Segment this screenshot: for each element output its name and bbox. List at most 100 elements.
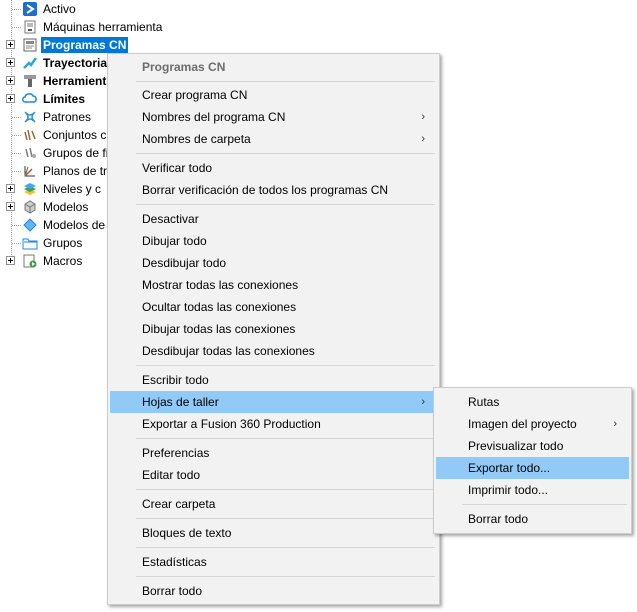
macro-icon [22, 253, 38, 269]
expand-icon[interactable] [6, 256, 15, 265]
menu-item-text-blocks[interactable]: Bloques de texto [110, 522, 437, 544]
menu-item-label: Nombres de carpeta [142, 132, 251, 146]
submenu-item-export-all[interactable]: Exportar todo... [436, 457, 629, 479]
tree-item-label: Herramient [43, 74, 107, 88]
submenu-item-preview-all[interactable]: Previsualizar todo [436, 435, 629, 457]
tree-connector [12, 243, 21, 244]
submenu-arrow-icon: › [421, 396, 425, 408]
tree-item-machine-tools[interactable]: Máquinas herramienta [0, 18, 240, 36]
submenu-arrow-icon: › [613, 418, 617, 430]
menu-item-label: Crear carpeta [142, 497, 216, 511]
tree-item-label: Trayectoria [43, 56, 108, 70]
menu-item-undraw-all[interactable]: Desdibujar todo [110, 252, 437, 274]
tree-connector [12, 117, 21, 118]
menu-item-label: Mostrar todas las conexiones [142, 278, 299, 292]
menu-item-create-folder[interactable]: Crear carpeta [110, 493, 437, 515]
tree-item-activo[interactable]: Activo [0, 0, 240, 18]
expand-icon[interactable] [6, 76, 15, 85]
menu-item-label: Exportar a Fusion 360 Production [142, 417, 321, 431]
tree-item-label: Conjuntos c [43, 128, 107, 142]
menu-item-label: Previsualizar todo [468, 439, 564, 453]
tree-item-nc-programs[interactable]: Programas CN [0, 36, 240, 54]
menu-separator [136, 153, 435, 154]
menu-separator [136, 489, 435, 490]
menu-item-label: Borrar todo [468, 512, 529, 526]
menu-item-nc-program-names[interactable]: Nombres del programa CN › [110, 106, 437, 128]
menu-item-label: Rutas [468, 395, 500, 409]
menu-item-label: Desdibujar todas las conexiones [142, 344, 315, 358]
expand-icon[interactable] [6, 184, 15, 193]
menu-item-edit-all[interactable]: Editar todo [110, 464, 437, 486]
tree-item-label: Planos de tr [43, 164, 108, 178]
menu-item-draw-all-links[interactable]: Dibujar todas las conexiones [110, 318, 437, 340]
submenu-arrow-icon: › [421, 133, 425, 145]
submenu-item-delete-all[interactable]: Borrar todo [436, 508, 629, 530]
menu-item-label: Exportar todo... [468, 461, 551, 475]
menu-item-undraw-all-links[interactable]: Desdibujar todas las conexiones [110, 340, 437, 362]
menu-item-setup-sheets[interactable]: Hojas de taller › [110, 391, 437, 413]
menu-item-create-nc-program[interactable]: Crear programa CN [110, 84, 437, 106]
menu-separator [136, 547, 435, 548]
tree-connector [12, 135, 21, 136]
feature-set-icon [22, 127, 38, 143]
expand-icon[interactable] [6, 40, 15, 49]
tree-item-label: Máquinas herramienta [43, 20, 163, 34]
workplane-icon [22, 163, 38, 179]
menu-item-deactivate[interactable]: Desactivar [110, 208, 437, 230]
menu-item-label: Ocultar todas las conexiones [142, 300, 297, 314]
tree-item-label: Activo [43, 2, 76, 16]
menu-item-show-all-links[interactable]: Mostrar todas las conexiones [110, 274, 437, 296]
submenu-item-routes[interactable]: Rutas [436, 391, 629, 413]
menu-item-label: Verificar todo [142, 161, 213, 175]
menu-item-clear-verification[interactable]: Borrar verificación de todos los program… [110, 179, 437, 201]
tree-item-label: Programas CN [41, 37, 129, 53]
tool-icon [22, 73, 38, 89]
levels-icon [22, 181, 38, 197]
menu-item-label: Imprimir todo... [468, 483, 549, 497]
submenu-item-print-all[interactable]: Imprimir todo... [436, 479, 629, 501]
tree-item-label: Grupos [43, 236, 83, 250]
nc-program-icon [22, 37, 38, 53]
menu-item-label: Hojas de taller [142, 395, 219, 409]
tree-connector [12, 171, 21, 172]
menu-item-label: Desactivar [142, 212, 199, 226]
menu-item-delete-all[interactable]: Borrar todo [110, 580, 437, 602]
menu-separator [136, 81, 435, 82]
model-icon [22, 199, 38, 215]
stock-model-icon [22, 217, 38, 233]
activo-icon [22, 1, 38, 17]
menu-separator [136, 518, 435, 519]
tree-connector [12, 9, 21, 10]
expand-icon[interactable] [6, 58, 15, 67]
folder-icon [22, 235, 38, 251]
menu-item-preferences[interactable]: Preferencias [110, 442, 437, 464]
tree-item-label: Niveles y c [43, 182, 102, 196]
expand-icon[interactable] [6, 202, 15, 211]
menu-item-export-fusion-production[interactable]: Exportar a Fusion 360 Production [110, 413, 437, 435]
menu-item-label: Borrar verificación de todos los program… [142, 183, 389, 197]
expand-icon[interactable] [6, 94, 15, 103]
toolpath-icon [22, 55, 38, 71]
menu-item-draw-all[interactable]: Dibujar todo [110, 230, 437, 252]
menu-item-label: Dibujar todas las conexiones [142, 322, 296, 336]
machine-tool-icon [22, 19, 38, 35]
menu-item-write-all[interactable]: Escribir todo [110, 369, 437, 391]
menu-item-label: Escribir todo [142, 373, 209, 387]
menu-item-hide-all-links[interactable]: Ocultar todas las conexiones [110, 296, 437, 318]
feature-group-icon [22, 145, 38, 161]
menu-item-statistics[interactable]: Estadísticas [110, 551, 437, 573]
boundary-icon [22, 91, 38, 107]
tree-item-label: Modelos [43, 200, 89, 214]
submenu-item-project-image[interactable]: Imagen del proyecto › [436, 413, 629, 435]
tree-item-label: Patrones [43, 110, 92, 124]
menu-item-label: Estadísticas [142, 555, 207, 569]
menu-separator [136, 576, 435, 577]
menu-separator [462, 504, 627, 505]
menu-separator [136, 204, 435, 205]
menu-item-verify-all[interactable]: Verificar todo [110, 157, 437, 179]
menu-item-folder-names[interactable]: Nombres de carpeta › [110, 128, 437, 150]
menu-item-label: Dibujar todo [142, 234, 207, 248]
menu-item-label: Nombres del programa CN [142, 110, 286, 124]
menu-item-label: Preferencias [142, 446, 210, 460]
tree-connector [12, 27, 21, 28]
